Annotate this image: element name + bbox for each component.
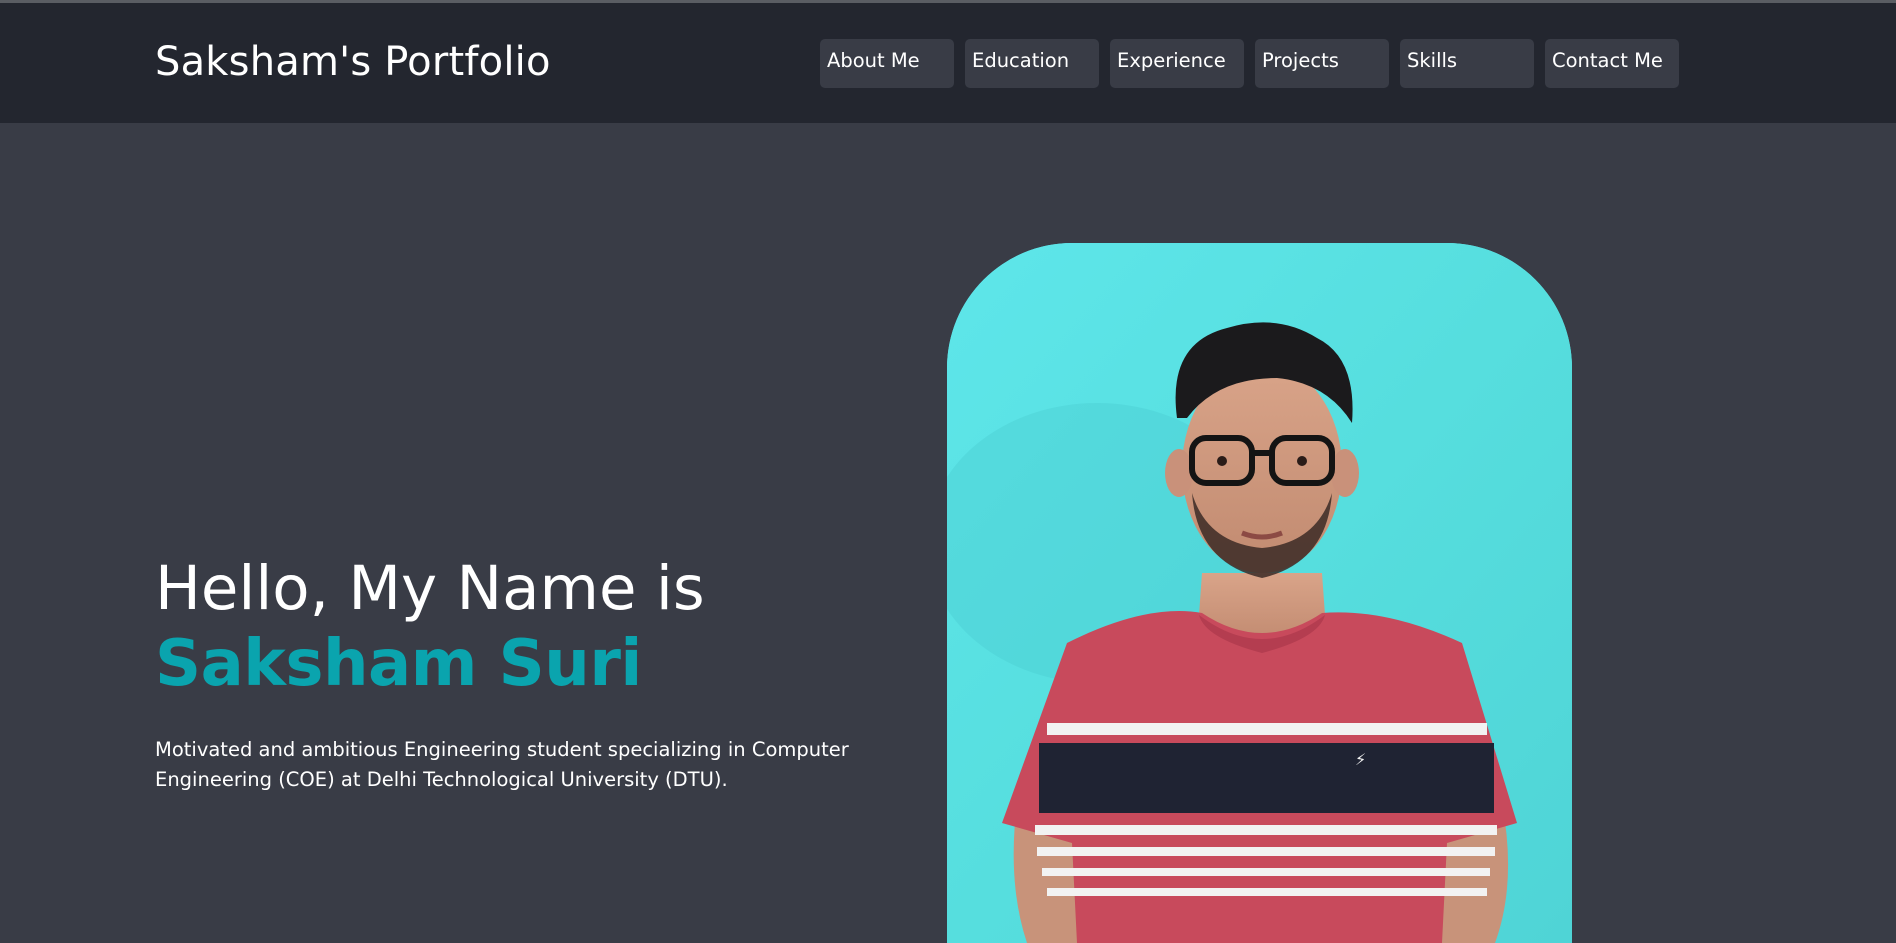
site-brand[interactable]: Saksham's Portfolio — [155, 39, 551, 85]
hero-name: Saksham Suri — [155, 627, 642, 701]
nav-contact-me[interactable]: Contact Me — [1545, 39, 1679, 88]
nav-projects[interactable]: Projects — [1255, 39, 1389, 88]
hero-greeting: Hello, My Name is — [155, 553, 705, 624]
profile-photo-illustration: ⚡ — [947, 243, 1572, 943]
profile-photo: ⚡ — [947, 243, 1572, 943]
nav-skills[interactable]: Skills — [1400, 39, 1534, 88]
nav-experience[interactable]: Experience — [1110, 39, 1244, 88]
svg-text:⚡: ⚡ — [1355, 750, 1366, 769]
nav-education[interactable]: Education — [965, 39, 1099, 88]
hero-bio: Motivated and ambitious Engineering stud… — [155, 738, 849, 791]
nav-about-me[interactable]: About Me — [820, 39, 954, 88]
hero-section: Hello, My Name is Saksham Suri Motivated… — [0, 123, 1896, 943]
navbar: Saksham's Portfolio About Me Education E… — [0, 3, 1896, 123]
